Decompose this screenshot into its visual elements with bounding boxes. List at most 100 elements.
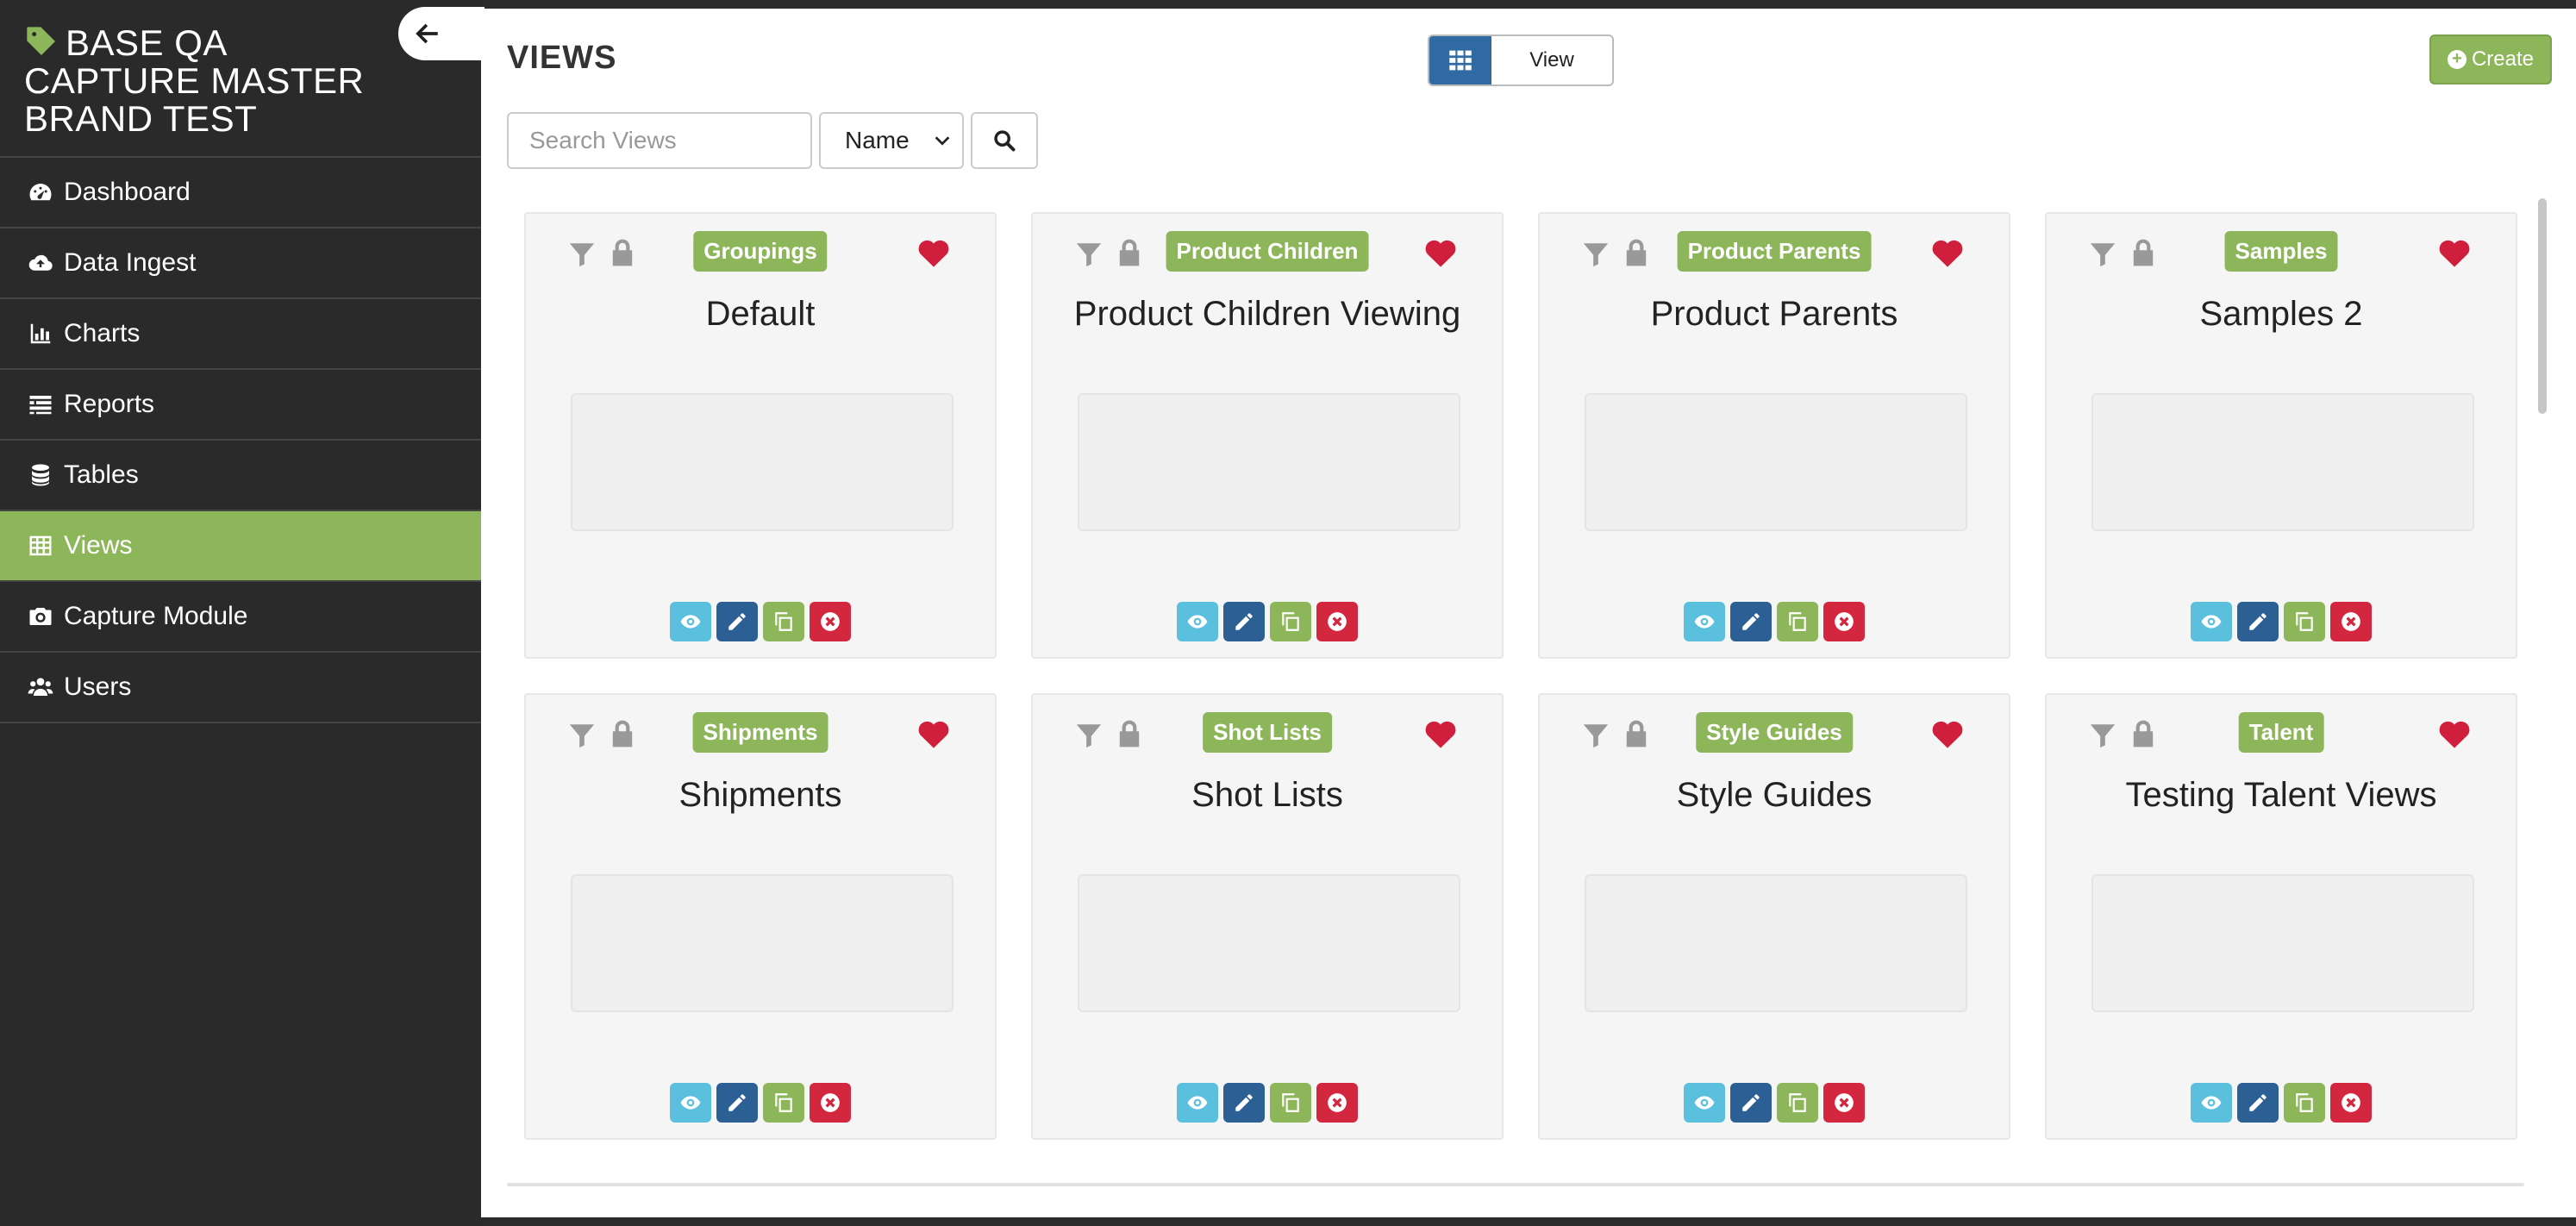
list-view-button[interactable]: View: [1491, 36, 1612, 84]
users-icon: [26, 672, 55, 702]
view-card[interactable]: Shipments Shipments: [524, 693, 997, 1140]
edit-button[interactable]: [1223, 602, 1265, 641]
filter-icon[interactable]: [2088, 240, 2117, 269]
view-card[interactable]: Style Guides Style Guides: [1538, 693, 2010, 1140]
heart-icon[interactable]: [2436, 716, 2473, 752]
duplicate-button[interactable]: [1270, 602, 1311, 641]
delete-button[interactable]: [1823, 1083, 1865, 1123]
heart-icon[interactable]: [2436, 235, 2473, 271]
delete-button[interactable]: [1316, 602, 1358, 641]
sidebar-item-dashboard[interactable]: Dashboard: [0, 158, 481, 228]
sidebar-item-users[interactable]: Users: [0, 653, 481, 723]
close-circle-icon: [1835, 1093, 1854, 1112]
edit-button[interactable]: [716, 602, 758, 641]
report-icon: [26, 390, 55, 419]
view-button[interactable]: [2191, 602, 2232, 641]
search-button[interactable]: [971, 112, 1038, 169]
horizontal-scrollbar[interactable]: [507, 1183, 2524, 1186]
cloud-upload-icon: [26, 248, 55, 278]
lock-icon: [1626, 239, 1647, 266]
delete-button[interactable]: [810, 1083, 851, 1123]
sidebar-item-reports[interactable]: Reports: [0, 370, 481, 441]
card-actions: [1540, 602, 2009, 641]
collapse-sidebar-button[interactable]: [398, 7, 485, 60]
heart-icon[interactable]: [1422, 235, 1459, 271]
delete-button[interactable]: [2330, 602, 2372, 641]
view-button[interactable]: [670, 602, 711, 641]
copy-icon: [775, 612, 792, 631]
edit-button[interactable]: [1730, 1083, 1772, 1123]
grid-view-button[interactable]: [1429, 36, 1491, 84]
duplicate-button[interactable]: [763, 602, 804, 641]
view-button[interactable]: [1684, 1083, 1725, 1123]
duplicate-button[interactable]: [1777, 602, 1818, 641]
close-circle-icon: [2342, 1093, 2360, 1112]
view-card[interactable]: Product Parents Product Parents: [1538, 212, 2010, 659]
filter-icon[interactable]: [1581, 240, 1610, 269]
search-input[interactable]: [507, 112, 812, 169]
heart-icon[interactable]: [916, 716, 952, 752]
view-card[interactable]: Talent Testing Talent Views: [2045, 693, 2517, 1140]
create-button[interactable]: + Create: [2429, 34, 2552, 84]
view-tag: Shipments: [692, 712, 828, 753]
sidebar-item-capture-module[interactable]: Capture Module: [0, 582, 481, 653]
filter-icon[interactable]: [1581, 721, 1610, 750]
sidebar-item-tables[interactable]: Tables: [0, 441, 481, 511]
view-card[interactable]: Product Children Product Children Viewin…: [1031, 212, 1504, 659]
delete-button[interactable]: [1316, 1083, 1358, 1123]
edit-button[interactable]: [2237, 602, 2279, 641]
filter-icon[interactable]: [567, 240, 597, 269]
edit-button[interactable]: [2237, 1083, 2279, 1123]
view-card[interactable]: Groupings Default: [524, 212, 997, 659]
heart-icon[interactable]: [916, 235, 952, 271]
view-thumbnail: [2091, 874, 2474, 1012]
duplicate-button[interactable]: [1777, 1083, 1818, 1123]
eye-icon: [1187, 615, 1208, 629]
sidebar-item-views[interactable]: Views: [0, 511, 481, 582]
filter-icon[interactable]: [1074, 721, 1104, 750]
camera-icon: [26, 602, 55, 631]
sidebar-item-data-ingest[interactable]: Data Ingest: [0, 228, 481, 299]
view-button[interactable]: [1684, 602, 1725, 641]
edit-button[interactable]: [1730, 602, 1772, 641]
close-circle-icon: [821, 1093, 840, 1112]
lock-icon: [1626, 720, 1647, 747]
duplicate-button[interactable]: [2284, 602, 2325, 641]
eye-icon: [1187, 1096, 1208, 1110]
duplicate-button[interactable]: [763, 1083, 804, 1123]
sort-select[interactable]: Name: [819, 112, 964, 169]
heart-icon[interactable]: [1929, 716, 1966, 752]
duplicate-button[interactable]: [2284, 1083, 2325, 1123]
view-card[interactable]: Shot Lists Shot Lists: [1031, 693, 1504, 1140]
sidebar-item-charts[interactable]: Charts: [0, 299, 481, 370]
view-button[interactable]: [1177, 1083, 1218, 1123]
card-actions: [2047, 1083, 2516, 1123]
edit-button[interactable]: [1223, 1083, 1265, 1123]
copy-icon: [1282, 612, 1299, 631]
filter-icon[interactable]: [567, 721, 597, 750]
view-button[interactable]: [2191, 1083, 2232, 1123]
view-button[interactable]: [1177, 602, 1218, 641]
view-button[interactable]: [670, 1083, 711, 1123]
copy-icon: [1789, 612, 1806, 631]
brand[interactable]: BASE QA CAPTURE MASTER BRAND TEST: [24, 24, 386, 138]
view-card[interactable]: Samples Samples 2: [2045, 212, 2517, 659]
heart-icon[interactable]: [1929, 235, 1966, 271]
view-thumbnail: [1078, 393, 1460, 531]
eye-icon: [1694, 1096, 1715, 1110]
duplicate-button[interactable]: [1270, 1083, 1311, 1123]
chevron-down-icon: [935, 136, 950, 146]
view-tag: Product Children: [1166, 231, 1369, 272]
filter-icon[interactable]: [1074, 240, 1104, 269]
delete-button[interactable]: [810, 602, 851, 641]
lock-icon: [2133, 239, 2154, 266]
view-mode-toggle: View: [1428, 34, 1614, 86]
delete-button[interactable]: [1823, 602, 1865, 641]
scrollbar[interactable]: [2538, 198, 2547, 414]
heart-icon[interactable]: [1422, 716, 1459, 752]
delete-button[interactable]: [2330, 1083, 2372, 1123]
edit-button[interactable]: [716, 1083, 758, 1123]
bar-chart-icon: [26, 319, 55, 348]
lock-icon: [2133, 720, 2154, 747]
filter-icon[interactable]: [2088, 721, 2117, 750]
